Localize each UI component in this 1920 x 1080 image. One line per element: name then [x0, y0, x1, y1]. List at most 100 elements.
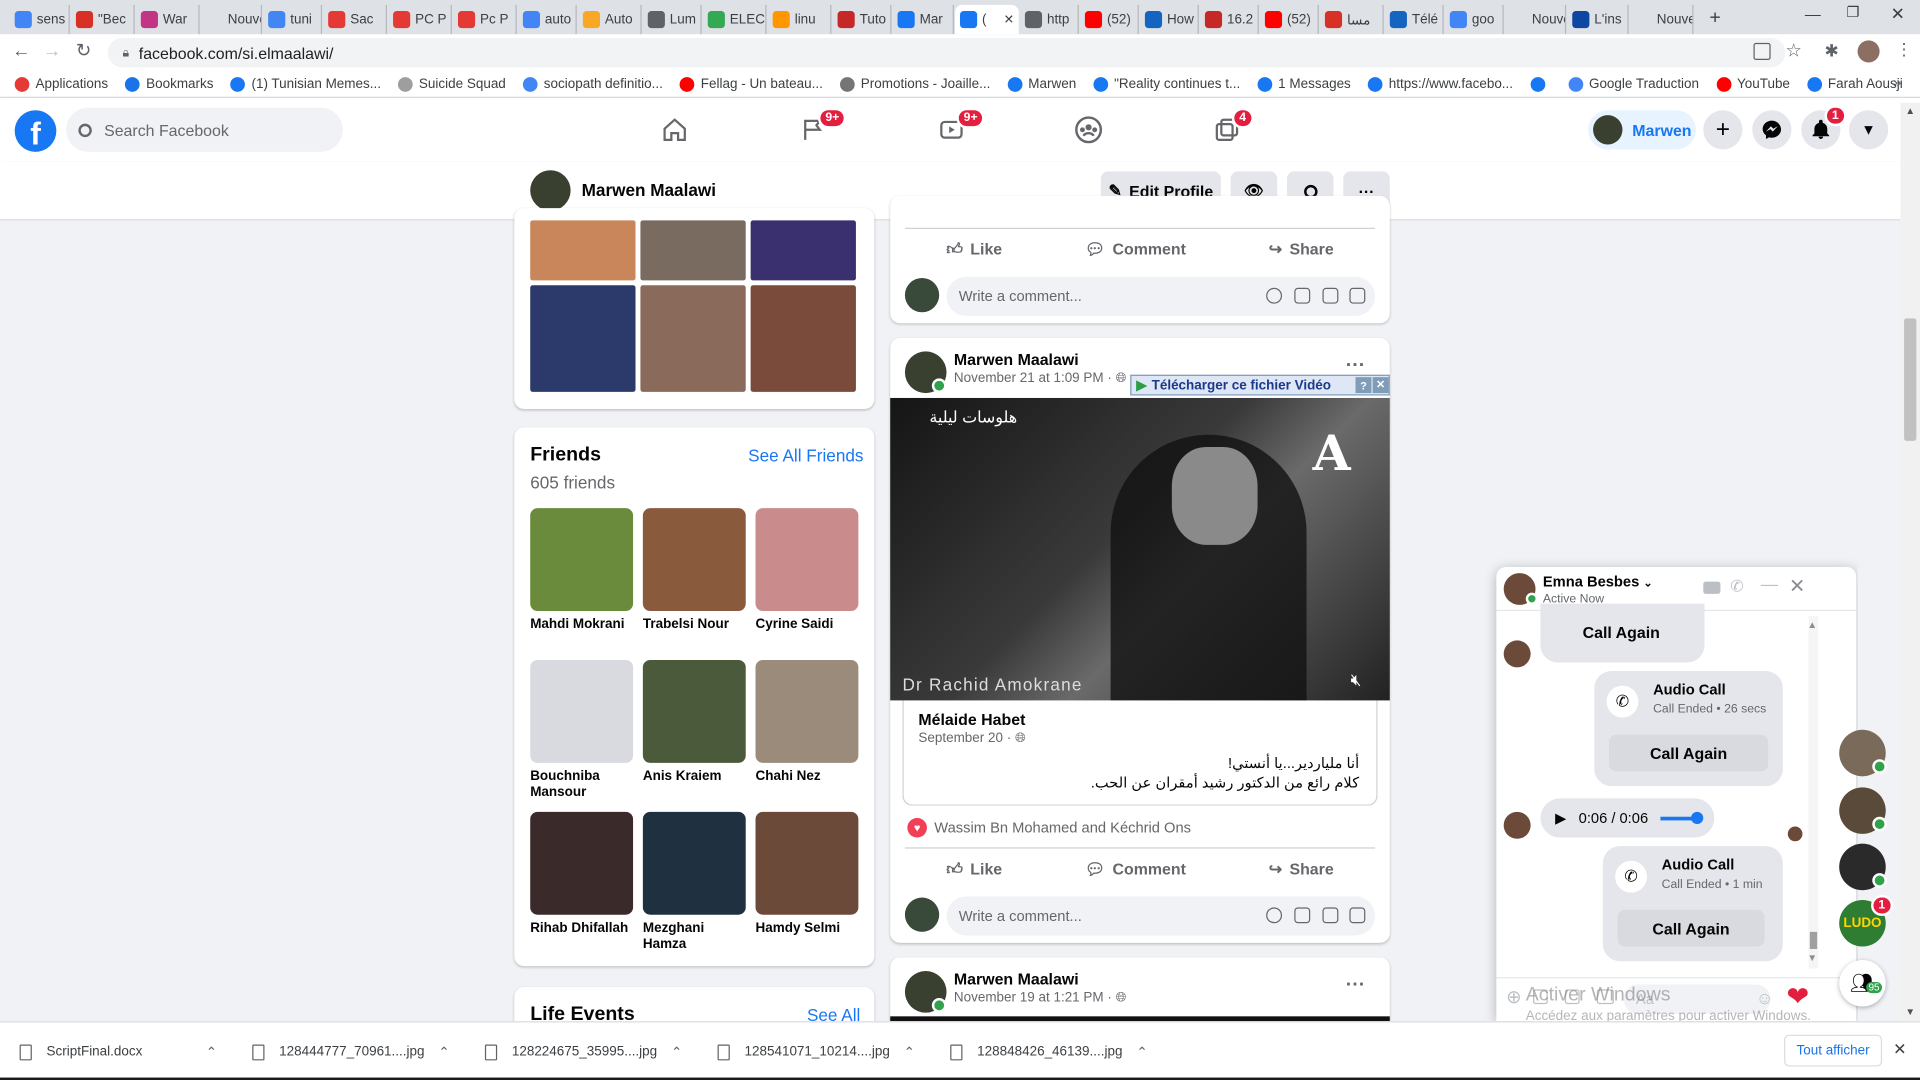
browser-tab[interactable]: Nouvel o [1630, 4, 1694, 35]
camera-icon[interactable] [1294, 907, 1311, 924]
browser-tab[interactable]: http [1020, 4, 1079, 35]
create-button[interactable]: + [1703, 110, 1743, 150]
back-arrow-icon[interactable]: ← [12, 40, 30, 61]
browser-tab[interactable]: Mar [893, 4, 954, 35]
call-again-button[interactable]: Call Again [1608, 734, 1769, 772]
post-date[interactable]: November 19 at 1:21 PM · 🌐︎ [954, 991, 1127, 1007]
minimize-chat-icon[interactable]: — [1761, 574, 1778, 594]
phone-icon[interactable]: ✆ [1730, 577, 1743, 597]
comment-input[interactable]: Write a comment... [946, 276, 1376, 316]
friend-item[interactable]: Anis Kraiem [642, 660, 746, 785]
avatar[interactable] [530, 170, 571, 211]
reload-icon[interactable]: ↻ [76, 39, 91, 61]
friend-item[interactable]: Trabelsi Nour [642, 508, 746, 633]
photo-thumbnail[interactable] [640, 285, 746, 392]
page-scrollbar[interactable]: ▲ ▼ [1900, 102, 1920, 1022]
post-date[interactable]: November 21 at 1:09 PM · 🌐︎ [954, 371, 1127, 387]
mute-icon[interactable]: 🔇︎ [1351, 670, 1362, 691]
chevron-up-icon[interactable]: ⌃ [904, 1044, 915, 1060]
browser-tab[interactable]: "Bec [71, 4, 135, 35]
help-icon[interactable]: ? [1355, 377, 1372, 394]
photo-thumbnail[interactable] [750, 220, 856, 281]
browser-tab[interactable]: L'ins [1567, 4, 1629, 35]
chrome-profile-avatar[interactable] [1857, 40, 1880, 63]
bookmark-item[interactable]: Applications [14, 76, 108, 92]
see-all-friends-link[interactable]: See All Friends [748, 446, 863, 466]
browser-tab[interactable]: Auto [578, 4, 642, 35]
browser-tab[interactable]: War [136, 4, 200, 35]
omnibox[interactable]: 🔒︎ facebook.com/si.elmaalawi/ [107, 37, 1786, 68]
friend-photo[interactable] [755, 508, 859, 612]
close-window-button[interactable]: ✕ [1891, 4, 1905, 25]
account-menu-button[interactable]: ▼ [1848, 110, 1889, 150]
friend-photo[interactable] [642, 508, 746, 612]
bookmarks-overflow-icon[interactable]: » [1893, 73, 1901, 90]
video-call-icon[interactable] [1703, 581, 1721, 594]
shared-post-date[interactable]: September 20 · 🌐︎ [918, 731, 1025, 747]
audio-progress[interactable] [1660, 811, 1704, 824]
download-item[interactable]: 128541071_10214....jpg ⌃ [717, 1037, 934, 1066]
bookmark-item[interactable] [1530, 76, 1551, 92]
download-item[interactable]: ScriptFinal.docx ⌃ [19, 1037, 236, 1066]
browser-tab[interactable]: Nouvel o [1505, 4, 1567, 35]
new-tab-button[interactable]: + [1709, 7, 1720, 29]
friend-photo[interactable] [530, 811, 634, 915]
post-author[interactable]: Marwen Maalawi [954, 970, 1079, 988]
sticker-icon[interactable] [1349, 287, 1366, 304]
chevron-up-icon[interactable]: ⌃ [1136, 1044, 1147, 1060]
browser-tab[interactable]: goo [1445, 4, 1504, 35]
browser-tab[interactable]: Pc P [453, 4, 517, 35]
browser-tab[interactable]: Tuto [833, 4, 892, 35]
scroll-up-icon[interactable]: ▲ [1807, 620, 1817, 631]
groups-nav-button[interactable] [1071, 113, 1105, 147]
friend-photo[interactable] [755, 811, 859, 915]
heart-icon[interactable]: ❤ [1787, 981, 1810, 1013]
download-video-overlay[interactable]: ▶ Télécharger ce fichier Vidéo ? ✕ [1130, 374, 1390, 396]
bookmark-star-icon[interactable]: ☆ [1785, 39, 1801, 61]
emoji-icon[interactable] [1266, 287, 1283, 304]
call-again-button[interactable]: Call Again [1617, 909, 1765, 947]
profile-shortcut[interactable]: Marwen [1588, 110, 1696, 150]
browser-tab[interactable]: auto [518, 4, 577, 35]
friend-item[interactable]: Mahdi Mokrani [530, 508, 634, 633]
messenger-button[interactable] [1752, 110, 1792, 150]
pages-nav-button[interactable]: 9+ [796, 107, 847, 147]
friend-item[interactable]: Chahi Nez [755, 660, 859, 785]
share-button[interactable]: ↪ Share [1269, 859, 1334, 879]
friend-name[interactable]: Anis Kraiem [643, 769, 746, 785]
scroll-down-icon[interactable]: ▼ [1807, 953, 1817, 964]
browser-tab[interactable]: linu [768, 4, 832, 35]
download-item[interactable]: 128848426_46139....jpg ⌃ [950, 1037, 1166, 1066]
post-author[interactable]: Marwen Maalawi [954, 350, 1079, 368]
show-all-downloads-button[interactable]: Tout afficher [1784, 1034, 1883, 1067]
close-tab-icon[interactable]: ✕ [1004, 13, 1014, 26]
like-button[interactable]: 👍︎ Like [946, 859, 1002, 879]
friend-name[interactable]: Mahdi Mokrani [530, 617, 633, 633]
forward-arrow-icon[interactable]: → [43, 40, 61, 61]
download-item[interactable]: 128224675_35995....jpg ⌃ [484, 1037, 701, 1066]
bookmark-item[interactable]: https://www.facebo... [1367, 76, 1513, 92]
call-again-button[interactable]: Call Again [1555, 613, 1688, 651]
add-icon[interactable]: ⊕ [1506, 986, 1521, 1008]
browser-tab[interactable]: (✕ [955, 4, 1019, 35]
friend-photo[interactable] [530, 660, 634, 763]
sticker-icon[interactable] [1349, 907, 1366, 924]
home-nav-button[interactable] [658, 113, 692, 147]
browser-tab[interactable]: Télé [1385, 4, 1444, 35]
comment-input[interactable]: Write a comment... [946, 896, 1376, 936]
download-item[interactable]: 128444777_70961....jpg ⌃ [252, 1037, 468, 1066]
close-icon[interactable]: ✕ [1372, 377, 1389, 394]
shared-post-author[interactable]: Mélaide Habet [918, 710, 1025, 728]
photo-thumbnail[interactable] [640, 220, 746, 281]
close-chat-icon[interactable]: ✕ [1789, 574, 1805, 598]
profile-name[interactable]: Marwen Maalawi [582, 180, 716, 200]
share-button[interactable]: ↪ Share [1269, 239, 1334, 259]
bookmark-item[interactable]: Bookmarks [125, 76, 214, 92]
bookmark-item[interactable]: Farah Aousji [1807, 76, 1903, 92]
translate-icon[interactable] [1753, 42, 1771, 61]
restore-button[interactable]: ❐ [1847, 4, 1860, 21]
bookmark-item[interactable]: Marwen [1007, 76, 1076, 92]
browser-tab[interactable]: How [1140, 4, 1199, 35]
camera-icon[interactable] [1294, 287, 1311, 304]
friend-name[interactable]: Trabelsi Nour [643, 617, 746, 633]
